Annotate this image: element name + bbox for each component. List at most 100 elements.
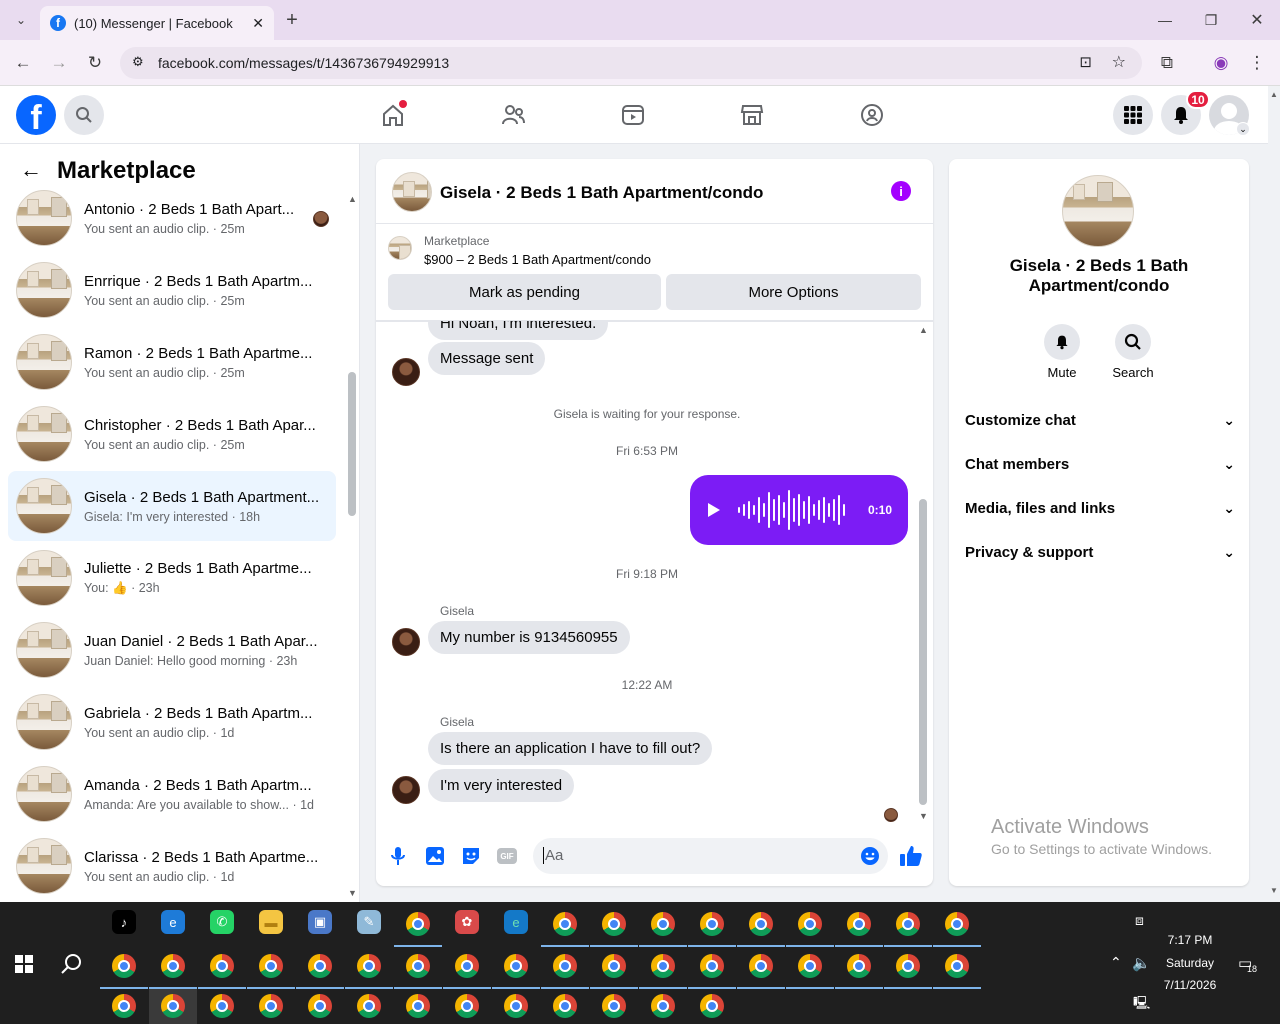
forward-arrow-icon[interactable]: → [44,48,74,78]
scroll-up-arrow-icon[interactable]: ▲ [919,325,928,335]
conversation-item[interactable]: Gisela · 2 Beds 1 Bath Apartment... Gisel… [8,471,336,541]
media-files-links-item[interactable]: Media, files and links ⌄ [965,490,1235,526]
network-icon[interactable]: 🖳 [1133,994,1150,1016]
conversation-item[interactable]: Antonio · 2 Beds 1 Bath Apart... You sent… [8,183,336,253]
groups-icon[interactable] [852,96,892,134]
chat-members-item[interactable]: Chat members ⌄ [965,446,1235,482]
back-arrow-icon[interactable]: ← [20,157,42,183]
listing-text[interactable]: $900 – 2 Beds 1 Bath Apartment/condo [424,252,651,267]
menu-grid-icon[interactable] [1113,95,1153,135]
app-icon[interactable]: ✿ [455,910,479,934]
install-app-icon[interactable]: ⊡ [1079,53,1092,71]
facebook-logo-icon[interactable]: f [16,95,56,135]
chrome-window-icon[interactable] [406,994,430,1018]
browser-menu-icon[interactable]: ⋮ [1242,48,1272,78]
chrome-window-icon[interactable] [112,954,136,978]
sticker-icon[interactable] [461,846,481,866]
back-arrow-icon[interactable]: ← [8,48,38,78]
chrome-window-icon[interactable] [700,954,724,978]
conversation-item[interactable]: Christopher · 2 Beds 1 Bath Apar... You s… [8,399,336,469]
chrome-window-icon[interactable] [700,994,724,1018]
chat-header-thumbnail[interactable] [392,172,432,212]
chrome-window-icon[interactable] [504,954,528,978]
customize-chat-item[interactable]: Customize chat ⌄ [965,402,1235,438]
whatsapp-icon[interactable]: ✆ [210,910,234,934]
windows-start-icon[interactable] [15,955,33,973]
chrome-window-icon[interactable] [112,994,136,1018]
conversation-item[interactable]: Amanda · 2 Beds 1 Bath Apartm... Amanda: … [8,759,336,829]
chrome-window-icon[interactable] [210,954,234,978]
chrome-window-icon[interactable] [357,994,381,1018]
restore-button[interactable]: ❐ [1196,5,1226,35]
conversation-info-icon[interactable]: i [891,181,911,201]
scrollbar-thumb[interactable] [919,499,927,805]
clock-date[interactable]: 7/11/2026 [1150,978,1230,992]
tiktok-icon[interactable]: ♪ [112,910,136,934]
chrome-window-icon[interactable] [700,912,724,936]
chrome-window-icon[interactable] [896,912,920,936]
volume-icon[interactable]: 🔈 [1132,954,1151,972]
meet-now-icon[interactable]: ⧈ [1135,912,1144,929]
chrome-window-icon[interactable] [945,912,969,936]
chat-header-title[interactable]: Gisela · 2 Beds 1 Bath Apartment/condo [440,183,763,203]
edge-icon[interactable]: e [504,910,528,934]
conversation-item[interactable]: Clarissa · 2 Beds 1 Bath Apartme... You s… [8,831,336,901]
new-tab-button[interactable]: + [277,5,307,35]
chrome-window-icon[interactable] [896,954,920,978]
more-options-button[interactable]: More Options [666,274,921,310]
chrome-window-icon[interactable] [161,954,185,978]
extensions-puzzle-icon[interactable]: ⧉ [1152,48,1182,78]
search-icon[interactable] [64,95,104,135]
conversation-item[interactable]: Juliette · 2 Beds 1 Bath Apartme... You: … [8,543,336,613]
video-icon[interactable] [613,96,653,134]
chrome-window-icon[interactable] [651,912,675,936]
chrome-window-icon[interactable] [553,994,577,1018]
privacy-support-item[interactable]: Privacy & support ⌄ [965,534,1235,570]
clock-day[interactable]: Saturday [1150,956,1230,970]
url-omnibox[interactable]: ⚙ facebook.com/messages/t/14367367949299… [120,47,1142,79]
chrome-window-icon[interactable] [406,912,430,936]
reload-icon[interactable]: ↻ [80,48,110,78]
chrome-window-icon[interactable] [847,954,871,978]
chrome-window-icon[interactable] [357,954,381,978]
close-window-button[interactable]: ✕ [1242,5,1272,35]
gif-icon[interactable]: GIF [497,848,517,864]
browser-tab[interactable]: f (10) Messenger | Facebook ✕ [40,6,274,40]
microphone-icon[interactable] [390,846,406,866]
listing-photo[interactable] [1062,175,1134,247]
account-chevron-icon[interactable]: ⌄ [1236,122,1250,136]
edge-legacy-icon[interactable]: e [161,910,185,934]
conversation-item[interactable]: Juan Daniel · 2 Beds 1 Bath Apar... Juan … [8,615,336,685]
chrome-window-icon[interactable] [308,954,332,978]
page-scrollbar[interactable]: ▲ ▼ [1268,86,1280,902]
notepad-icon[interactable]: ✎ [357,910,381,934]
chrome-window-icon[interactable] [798,954,822,978]
chrome-window-icon[interactable] [455,954,479,978]
marketplace-icon[interactable] [732,96,772,134]
chrome-window-icon[interactable] [259,994,283,1018]
show-hidden-icons-chevron[interactable]: ⌃ [1110,954,1122,971]
chrome-window-icon[interactable] [798,912,822,936]
chrome-window-icon[interactable] [602,912,626,936]
chrome-window-icon[interactable] [651,954,675,978]
home-icon[interactable] [373,96,413,134]
photo-icon[interactable] [425,846,445,866]
chrome-window-icon[interactable] [455,994,479,1018]
thumbs-up-icon[interactable] [899,844,923,868]
chrome-window-icon[interactable] [602,994,626,1018]
clock-time[interactable]: 7:17 PM [1150,933,1230,947]
chrome-window-icon[interactable] [504,994,528,1018]
friends-icon[interactable] [493,96,533,134]
gisela-avatar[interactable] [392,628,420,656]
conversation-item[interactable]: Gabriela · 2 Beds 1 Bath Apartm... You se… [8,687,336,757]
search-icon[interactable] [1115,324,1151,360]
file-explorer-icon[interactable]: ▬ [259,910,283,934]
chrome-window-icon[interactable] [945,954,969,978]
scroll-up-arrow-icon[interactable]: ▲ [348,194,357,204]
chrome-window-icon[interactable] [602,954,626,978]
chrome-window-icon[interactable] [406,954,430,978]
chrome-window-icon[interactable] [749,912,773,936]
message-input[interactable]: Aa [533,838,888,874]
mute-bell-icon[interactable] [1044,324,1080,360]
scrollbar-thumb[interactable] [348,372,356,516]
